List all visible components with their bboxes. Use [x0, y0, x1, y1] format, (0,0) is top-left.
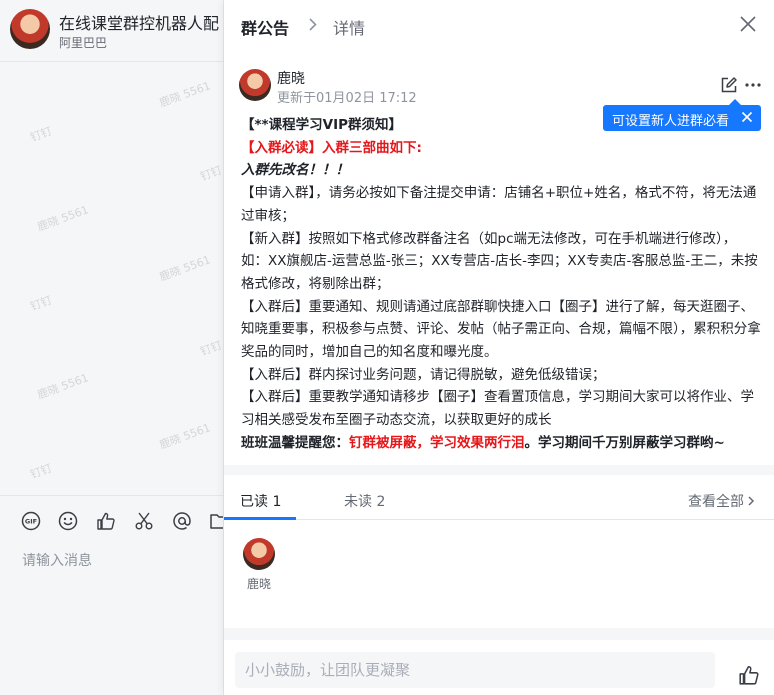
- watermark: 鹿晓 5561: [35, 203, 91, 234]
- folder-icon[interactable]: [208, 510, 223, 532]
- watermark: 钉钉: [28, 293, 54, 314]
- content-paragraph: 【入群后】重要教学通知请移步【圈子】查看置顶信息，学习期间大家可以将作业、学习相…: [241, 389, 754, 429]
- view-all-link[interactable]: 查看全部: [688, 491, 756, 511]
- reminder-warning: 钉群被屏蔽，学习效果两行泪: [349, 434, 525, 451]
- content-reminder: 班班温馨提醒您：钉群被屏蔽，学习效果两行泪。学习期间千万别屏蔽学习群哟~: [241, 432, 761, 455]
- watermark: 钉钉: [198, 338, 224, 359]
- comment-input[interactable]: [235, 652, 715, 688]
- content-heading: 【**课程学习VIP群须知】: [241, 117, 402, 133]
- reader-avatar[interactable]: [243, 538, 275, 570]
- author-avatar[interactable]: [239, 69, 271, 101]
- announcement-panel: 群公告 详情 鹿晓 更新于01月02日 17:12 可设置新人进群必看 【**课…: [224, 0, 774, 695]
- watermark: 钉钉: [198, 163, 224, 184]
- thumbs-up-icon[interactable]: [95, 510, 117, 532]
- view-all-label: 查看全部: [688, 494, 744, 510]
- divider: [224, 465, 774, 475]
- author-name: 鹿晓: [277, 71, 305, 87]
- reminder-prefix: 班班温馨提醒您：: [241, 434, 349, 451]
- tab-unread[interactable]: 未读 2: [344, 491, 385, 511]
- chat-title[interactable]: 在线课堂群控机器人配: [59, 10, 219, 34]
- tab-read[interactable]: 已读 1: [240, 491, 281, 511]
- reader-name: 鹿晓: [247, 577, 272, 591]
- chat-pane: 在线课堂群控机器人配 阿里巴巴 鹿晓 5561 钉钉 鹿晓 5561 钉钉 鹿晓…: [0, 0, 224, 695]
- group-avatar[interactable]: [10, 9, 50, 49]
- at-icon[interactable]: [171, 510, 193, 532]
- edit-icon[interactable]: [720, 76, 738, 94]
- watermark: 鹿晓 5561: [35, 371, 91, 402]
- message-toolbar: GIF: [0, 495, 223, 545]
- message-input[interactable]: 请输入消息: [22, 550, 92, 570]
- watermark: 鹿晓 5561: [157, 421, 213, 452]
- gif-icon[interactable]: GIF: [20, 510, 42, 532]
- chevron-right-icon: [306, 14, 320, 34]
- chat-header: 在线课堂群控机器人配 阿里巴巴: [0, 0, 223, 62]
- content-paragraph: 【新入群】按照如下格式修改群备注名（如pc端无法修改，可在手机端进行修改），如：…: [241, 230, 758, 292]
- content-paragraph: 【申请入群】，请务必按如下备注提交申请：店铺名+职位+姓名，格式不符，将无法通过…: [241, 185, 757, 224]
- watermark: 钉钉: [28, 461, 54, 482]
- content-paragraph: 【入群后】群内探讨业务问题，请记得脱敏，避免低级错误；: [241, 366, 606, 383]
- content-rename: 入群先改名！！！: [241, 162, 349, 179]
- watermark: 钉钉: [28, 124, 54, 145]
- updated-time: 更新于01月02日 17:12: [277, 91, 417, 106]
- panel-header: 群公告 详情: [224, 0, 774, 50]
- watermark: 鹿晓 5561: [157, 79, 213, 110]
- reminder-suffix: 。学习期间千万别屏蔽学习群哟~: [524, 434, 725, 451]
- more-icon[interactable]: [744, 76, 762, 94]
- chat-subtitle: 阿里巴巴: [59, 36, 108, 50]
- svg-text:GIF: GIF: [25, 518, 37, 526]
- breadcrumb-detail: 详情: [333, 19, 366, 38]
- emoji-icon[interactable]: [57, 510, 79, 532]
- scissors-icon[interactable]: [133, 510, 155, 532]
- watermark: 鹿晓 5561: [157, 253, 213, 284]
- announcement-content: 【**课程学习VIP群须知】 【入群必读】入群三部曲如下: 入群先改名！！！ 【…: [241, 114, 761, 455]
- read-tabs: 已读 1 未读 2 查看全部: [224, 476, 774, 520]
- content-must-read: 【入群必读】入群三部曲如下:: [241, 139, 422, 156]
- breadcrumb-announcement[interactable]: 群公告: [241, 15, 289, 39]
- divider: [224, 628, 774, 640]
- content-paragraph: 【入群后】重要通知、规则请通过底部群聊快捷入口【圈子】进行了解，每天逛圈子、知晓…: [241, 298, 761, 361]
- chevron-right-icon: [748, 496, 755, 506]
- close-icon[interactable]: [739, 15, 757, 33]
- thumbs-up-icon[interactable]: [738, 664, 760, 686]
- tab-active-indicator: [224, 517, 296, 520]
